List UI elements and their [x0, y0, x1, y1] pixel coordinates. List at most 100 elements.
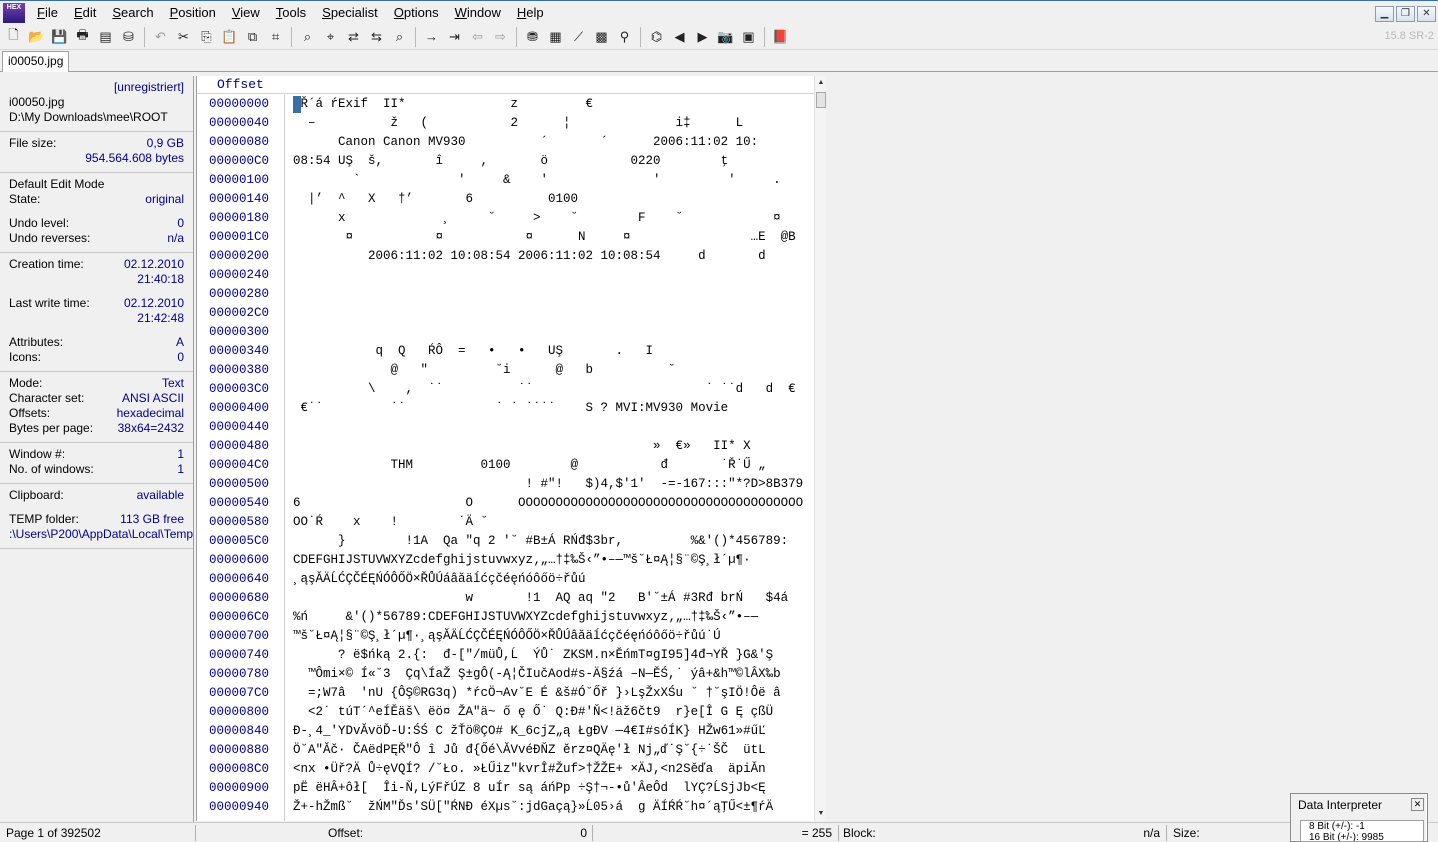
paste-icon[interactable]: 📋 — [218, 26, 241, 48]
text-row[interactable]: Canon Canon MV930 ´ ´ 2006:11:02 10: — [293, 133, 809, 152]
close-button[interactable]: ✕ — [1417, 6, 1436, 22]
text-row[interactable]: x ¸ ˘ > ˘ F ˘ ¤ — [293, 209, 809, 228]
vertical-scrollbar[interactable]: ▲ ▼ — [814, 76, 826, 821]
app-logo-icon[interactable]: HEX — [3, 2, 25, 23]
copy-icon[interactable]: ⎘ — [195, 26, 218, 48]
cut-icon[interactable]: ✂ — [172, 26, 195, 48]
find-again-icon[interactable]: ⌕ — [388, 26, 411, 48]
text-row[interactable]: OO˙Ŕ x ! ˙Ä ˘ — [293, 513, 809, 532]
scroll-down-icon[interactable]: ▼ — [815, 807, 827, 821]
menu-window[interactable]: Window — [447, 3, 509, 23]
menu-tools[interactable]: Tools — [268, 3, 314, 23]
replace-hex-icon[interactable]: ⇆ — [365, 26, 388, 48]
open-disk-icon[interactable]: ⛁ — [117, 26, 140, 48]
ram-editor-icon[interactable]: ▦ — [544, 26, 567, 48]
text-row[interactable]: ™š˘Ł¤Ą¦§¨©Ş¸ł´µ¶·¸ąşĂÄĹĆÇČÉĘŃÓÔŐÖ×ŘŮÚâăä… — [293, 627, 809, 646]
block-label: Block: — [843, 826, 876, 840]
scroll-thumb[interactable] — [816, 92, 826, 108]
text-row[interactable]: %ń &'()*56789:CDEFGHIJSTUVWXYZcdefghijst… — [293, 608, 809, 627]
offset-label: Offset: — [328, 826, 364, 840]
text-row[interactable] — [293, 304, 809, 323]
hex-editor-view[interactable]: Offset 00000000 00000040 00000080 000000C0 0… — [196, 76, 826, 821]
restore-button[interactable]: ❐ — [1396, 6, 1415, 22]
menu-options[interactable]: Options — [386, 3, 447, 23]
undo-icon[interactable]: ↶ — [149, 26, 172, 48]
open-folder-icon[interactable]: 📂 — [25, 26, 48, 48]
tab-i00050-jpg[interactable]: i00050.jpg — [2, 51, 70, 72]
text-column[interactable]: Ř´á ŕExif II* z € – ž ( 2 ¦ i‡ L Canon C… — [293, 95, 809, 821]
search-icon[interactable]: ⚲ — [613, 26, 636, 48]
find-hex-icon[interactable]: ⌖ — [319, 26, 342, 48]
find-text-icon[interactable]: ⌕ — [296, 26, 319, 48]
gallery-icon[interactable]: ▣ — [737, 26, 760, 48]
menu-specialist[interactable]: Specialist — [314, 3, 386, 23]
paste-special-icon[interactable]: ⧉ — [241, 26, 264, 48]
data-interpreter-values: 8 Bit (+/-): -1 16 Bit (+/-): 9985 — [1300, 820, 1424, 842]
menu-edit[interactable]: Edit — [66, 3, 104, 23]
prev-page-icon[interactable]: ◀ — [668, 26, 691, 48]
text-row[interactable]: 6 O OOOOOOOOOOOOOOOOOOOOOOOOOOOOOOOOOOOO… — [293, 494, 809, 513]
menu-file[interactable]: File — [29, 3, 66, 23]
text-row[interactable]: <nx •Üř?Ä Ů÷ęVQÍ? /˘Ło. »ŁŰiz"kvrÎ#Žuf>†… — [293, 760, 809, 779]
text-row[interactable] — [293, 323, 809, 342]
text-row[interactable]: THM 0100 @ đ ˙Ř˙Ű „ — [293, 456, 809, 475]
text-row[interactable]: €˙˙ ˙˙ ˙ ˙ ˙˙˙˙ S ? MVI:MV930 Movie — [293, 399, 809, 418]
new-file-icon[interactable]: 🗋 — [2, 26, 25, 48]
text-row[interactable]: CDEFGHIJSTUVWXYZcdefghijstuvwxyz‚„…†‡‰Š‹… — [293, 551, 809, 570]
creation-row: Creation time: 02.12.2010 — [9, 257, 184, 272]
text-row[interactable]: @ " ˘i @ b ˘ — [293, 361, 809, 380]
text-row[interactable]: ¤ ¤ ¤ N ¤ …E @B — [293, 228, 809, 247]
text-row[interactable] — [293, 266, 809, 285]
text-row[interactable]: Ö˘A"Ăč· ČAëdPĘŘ"Ô î Jů đ{Őé\ĂVvéĐŇZ ěrz¤… — [293, 741, 809, 760]
goto-sector-icon[interactable]: ⇥ — [443, 26, 466, 48]
text-row[interactable]: – ž ( 2 ¦ i‡ L — [293, 114, 809, 133]
help-book-icon[interactable]: 📕 — [769, 26, 792, 48]
text-row[interactable]: \ , ˙˙ ˙˙ ˙ ˙˙d d € — [293, 380, 809, 399]
camera-icon[interactable]: 📷 — [714, 26, 737, 48]
menu-help[interactable]: Help — [509, 3, 552, 23]
offset-cell: 000000C0 — [209, 154, 270, 168]
minimize-button[interactable]: ▁ — [1375, 6, 1394, 22]
text-row[interactable]: ¸ąşĂÄĹĆÇČÉĘŃÓÔŐÖ×ŘŮÚáâăäĺćçčéęńóôőö÷řůú — [293, 570, 809, 589]
print-icon[interactable]: 🖶 — [71, 26, 94, 48]
text-row[interactable]: |’ ^ X †’ 6 0100 — [293, 190, 809, 209]
close-icon[interactable]: ✕ — [1411, 798, 1424, 811]
text-row[interactable]: =;W7â ′nU {ÔŞ©RG3q) *ŕcÖ¬Av˘E É &š#Ó˘Őř … — [293, 684, 809, 703]
binary-icon[interactable]: ⌗ — [264, 26, 287, 48]
text-row[interactable]: Đ-¸4_'YDvĂvöĎ-U:ŚŚ C žŤö®ÇO# K_6cjZ„ą Łg… — [293, 722, 809, 741]
text-row[interactable]: ™Ômi×© Í«˘3 Çq\ÍaŽ Ş±gÔ(-Ą¦ČIučAod#s-Ä§ź… — [293, 665, 809, 684]
text-row[interactable]: ! #"! $)4,$'1' -=-167:::"*?D>8B379 — [293, 475, 809, 494]
text-row[interactable]: ` ' & ' ' ' . — [293, 171, 809, 190]
case-icon[interactable]: ⌬ — [645, 26, 668, 48]
disk-editor-icon[interactable]: ⛃ — [521, 26, 544, 48]
text-row[interactable]: q Q ŔÔ = • • UŞ . I — [293, 342, 809, 361]
app-logo-text: HEX — [6, 3, 22, 11]
menu-position[interactable]: Position — [162, 3, 224, 23]
menu-search[interactable]: Search — [104, 3, 161, 23]
text-row[interactable]: } !1A Qa "q 2 '˘ #B±Á RŃđ$3br, %&'()*456… — [293, 532, 809, 551]
text-row[interactable]: 08:54 UŞ š, î , ö 0220 ţ — [293, 152, 809, 171]
calculator-icon[interactable]: ▩ — [590, 26, 613, 48]
properties-icon[interactable]: ▤ — [94, 26, 117, 48]
save-icon[interactable]: 💾 — [48, 26, 71, 48]
text-row[interactable]: Ž+-hŽmß˘ žŃM"Ďs'SÜ["ŔNĐ éXµs˘:jdGaçą}»Ĺ0… — [293, 798, 809, 817]
offset-cell: 00000700 — [209, 629, 270, 643]
scroll-up-icon[interactable]: ▲ — [815, 76, 827, 90]
forward-icon[interactable]: ⇨ — [489, 26, 512, 48]
text-row[interactable]: ? ë$ńką 2.{: đ-["/müŮ,Ĺ ÝŮ˙ ZKSM.n×ĔńmT¤… — [293, 646, 809, 665]
text-row[interactable]: Ř´á ŕExif II* z € — [293, 95, 809, 114]
text-row[interactable]: pË ëHÂ+ôł[ Îi-Ň,LýFřÚZ 8 uÍr są áńPp ÷Ş†… — [293, 779, 809, 798]
text-row[interactable]: 2006:11:02 10:08:54 2006:11:02 10:08:54 … — [293, 247, 809, 266]
disk-tools-icon[interactable]: ⟋ — [567, 26, 590, 48]
goto-offset-icon[interactable]: → — [420, 26, 443, 48]
text-row[interactable]: w !1 AQ aq "2 B'˘±Á #3Rđ brŃ $4á — [293, 589, 809, 608]
text-row[interactable]: <2˙ túT´^eÍĚäš\ ëö¤ ŽA"ä~ ő ę Ő˙ Q:Đ#'Ň<… — [293, 703, 809, 722]
menu-view[interactable]: View — [224, 3, 268, 23]
text-row[interactable]: » €» II* X — [293, 437, 809, 456]
replace-text-icon[interactable]: ⇄ — [342, 26, 365, 48]
data-interpreter-panel[interactable]: Data Interpreter ✕ 8 Bit (+/-): -1 16 Bi… — [1290, 793, 1428, 842]
back-icon[interactable]: ⇦ — [466, 26, 489, 48]
text-row[interactable] — [293, 285, 809, 304]
next-page-icon[interactable]: ▶ — [691, 26, 714, 48]
text-row[interactable] — [293, 418, 809, 437]
